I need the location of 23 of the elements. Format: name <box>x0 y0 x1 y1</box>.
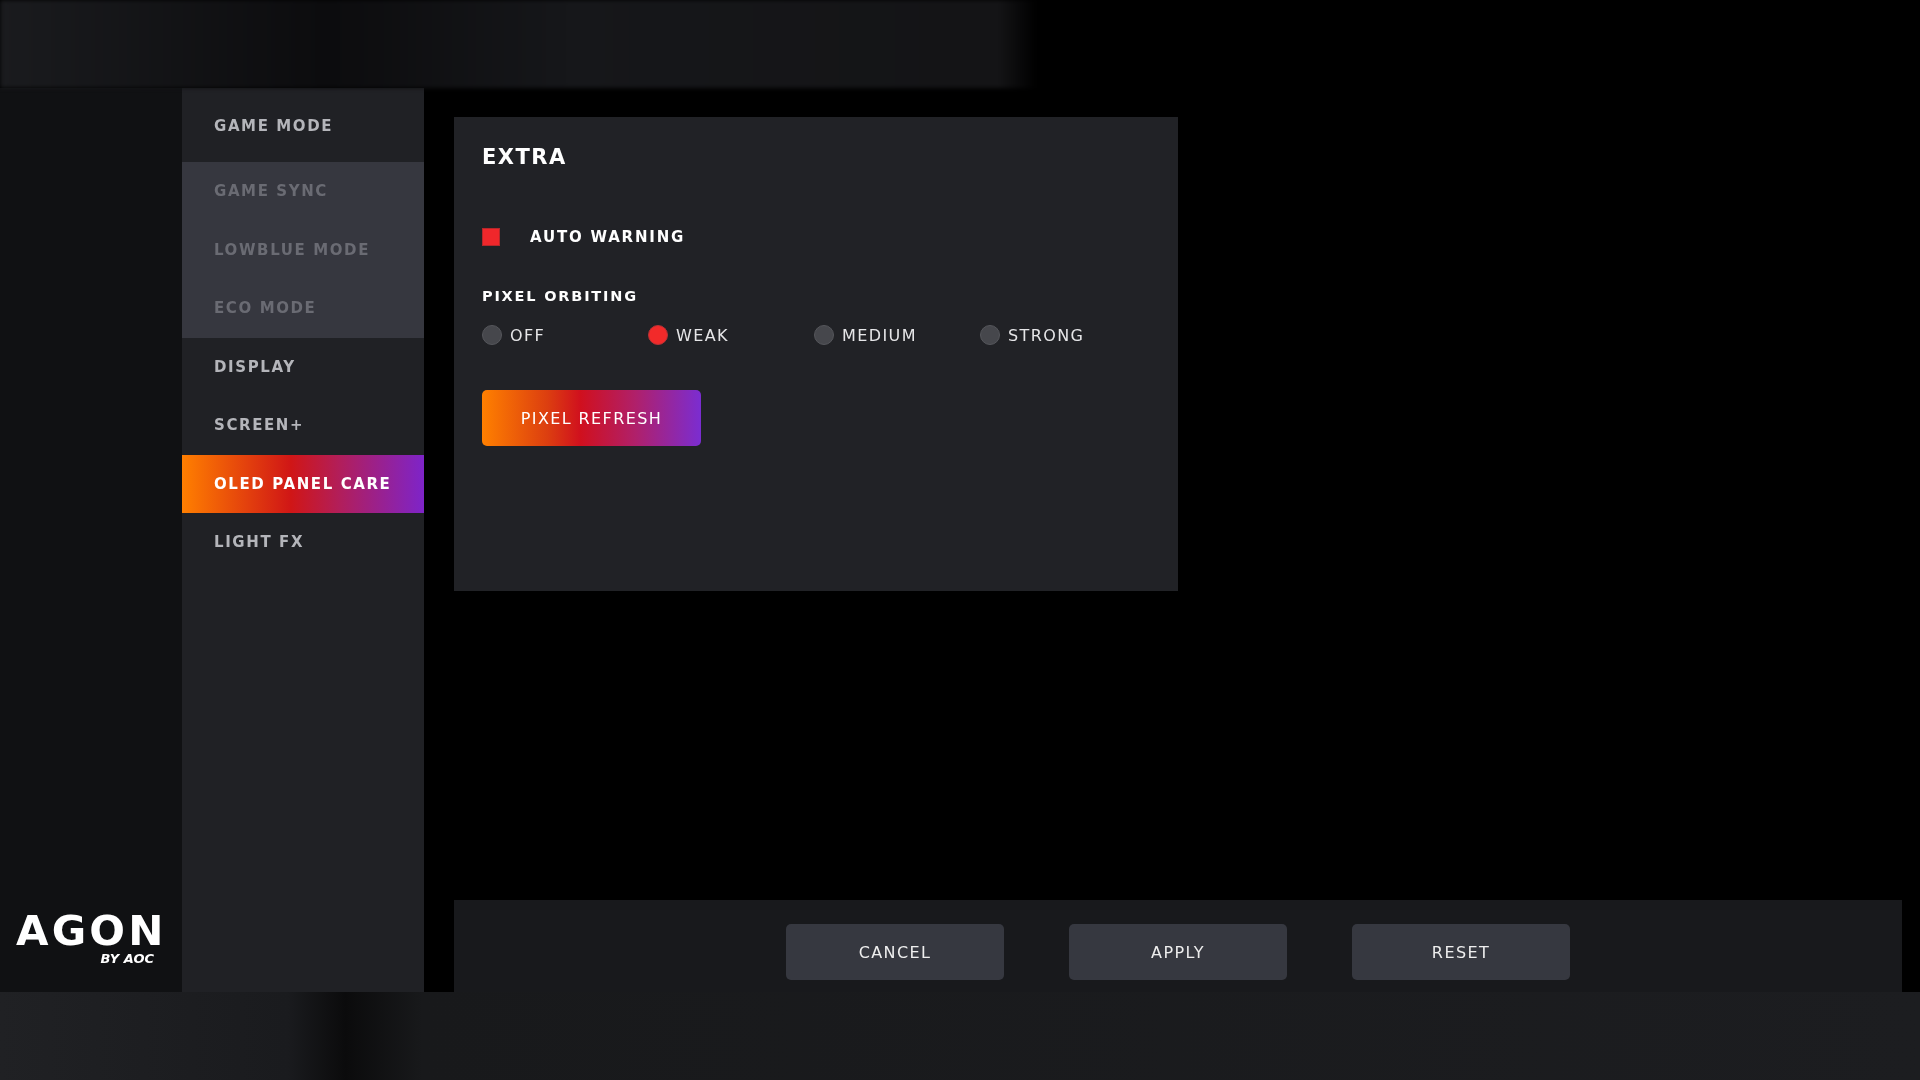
menu-item[interactable]: OLED PANEL CARE <box>182 454 424 513</box>
radio-button[interactable] <box>648 325 668 345</box>
menu-item[interactable]: SCREEN+ <box>182 396 424 455</box>
section-label: PIXEL ORBITING <box>482 288 639 304</box>
radio-button[interactable] <box>814 325 834 345</box>
radio-label: OFF <box>510 325 546 345</box>
radio-button[interactable] <box>482 325 502 345</box>
radio-label: MEDIUM <box>842 325 917 345</box>
radio-label: STRONG <box>1008 325 1085 345</box>
menu-item[interactable]: LIGHT FX <box>182 513 424 572</box>
footer-button[interactable]: APPLY <box>1069 924 1287 980</box>
logo-byline: BY AOC <box>100 951 154 966</box>
panel-title: EXTRA <box>482 145 568 169</box>
menu-item[interactable]: GAME MODE <box>182 88 424 162</box>
footer-button[interactable]: RESET <box>1352 924 1570 980</box>
checkbox[interactable] <box>482 228 500 246</box>
pixel-refresh-button[interactable]: PIXEL REFRESH <box>482 390 701 446</box>
radio-label: WEAK <box>676 325 729 345</box>
menu-item[interactable]: DISPLAY <box>182 337 424 396</box>
checkbox-label: AUTO WARNING <box>530 228 686 246</box>
logo-wordmark: AGON <box>16 911 167 951</box>
footer-button[interactable]: CANCEL <box>786 924 1004 980</box>
radio-button[interactable] <box>980 325 1000 345</box>
